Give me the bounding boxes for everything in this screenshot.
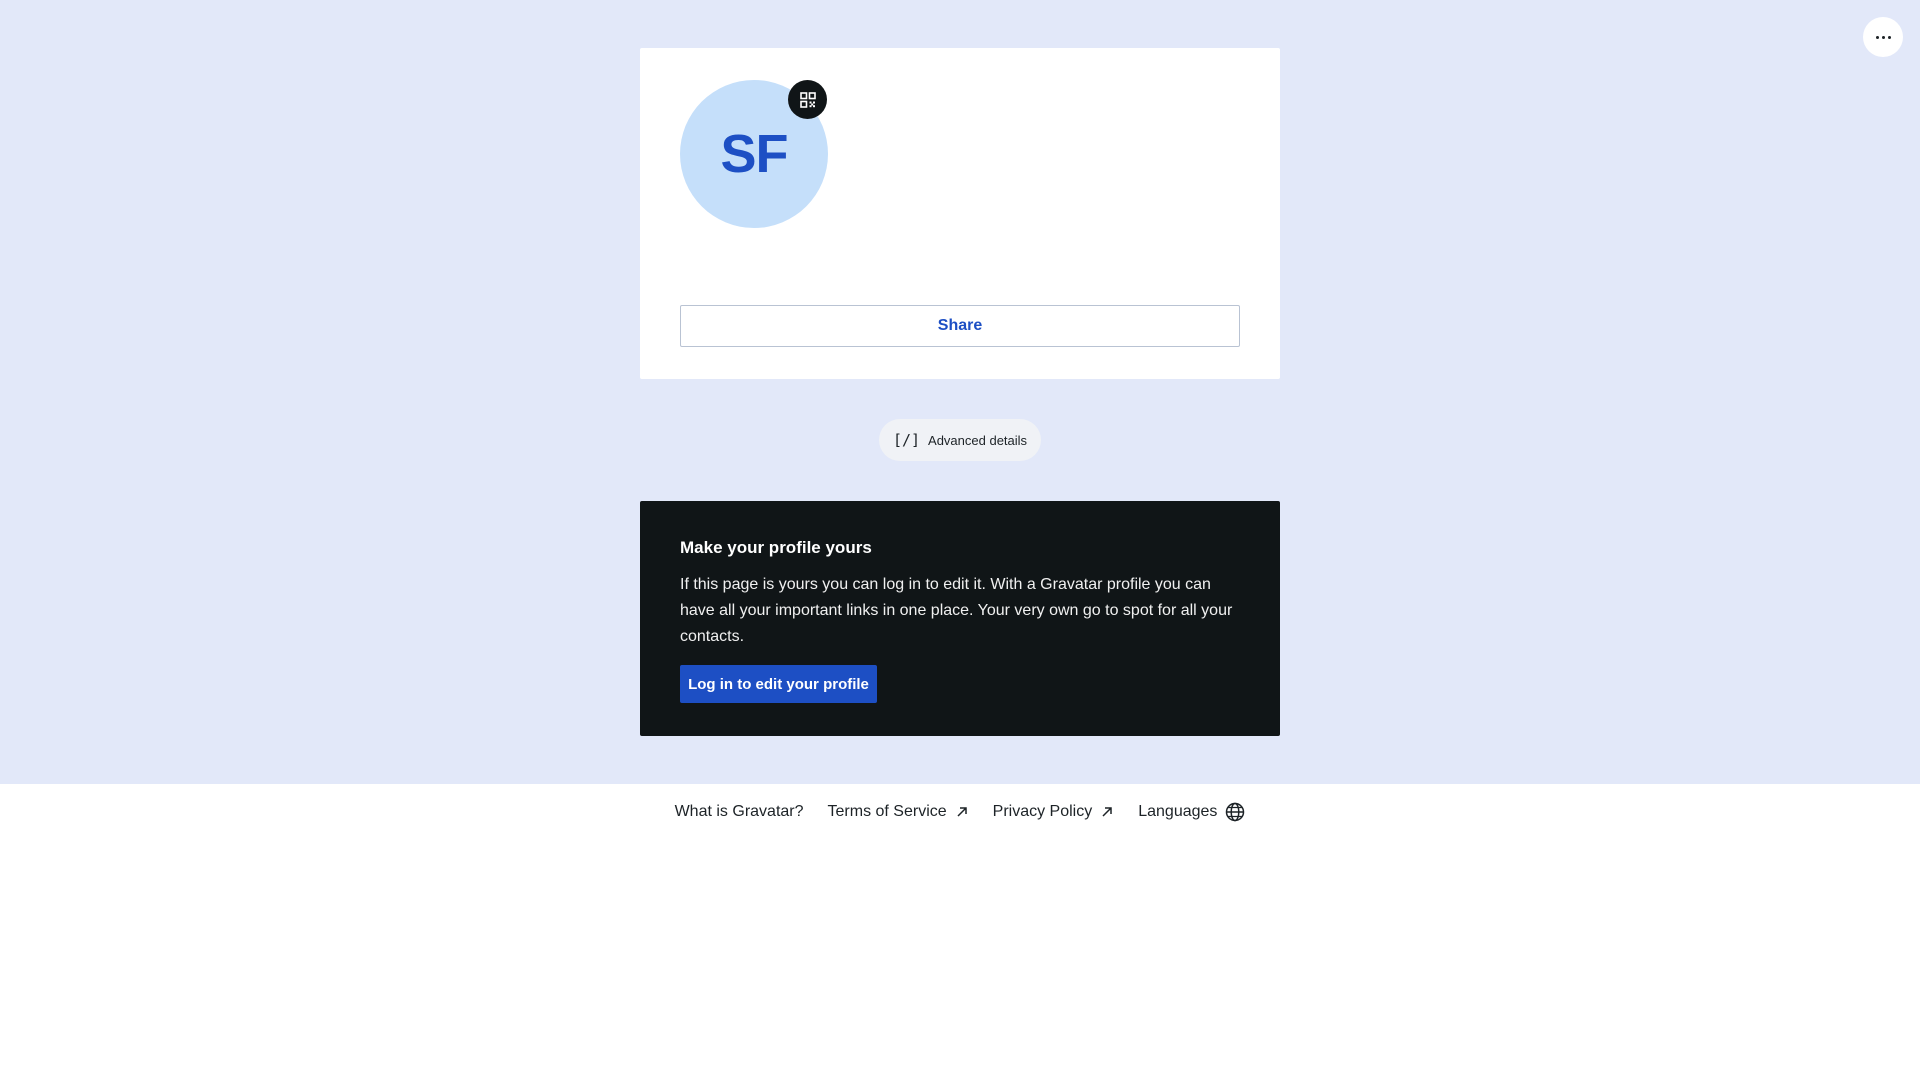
cta-text: If this page is yours you can log in to … <box>680 576 1233 645</box>
globe-icon <box>1226 802 1245 822</box>
footer: What is Gravatar? Terms of Service Priva… <box>0 784 1920 840</box>
external-arrow-icon <box>1102 807 1112 817</box>
footer-link-label: Terms of Service <box>827 803 947 820</box>
avatar-initials: SF <box>720 124 788 184</box>
footer-link-label: What is Gravatar? <box>674 803 804 820</box>
footer-link-privacy[interactable]: Privacy Policy <box>993 803 1115 821</box>
footer-link-what-is-gravatar[interactable]: What is Gravatar? <box>675 803 804 821</box>
qr-code-icon <box>799 91 816 108</box>
external-arrow-icon <box>957 807 967 817</box>
ellipsis-icon <box>1875 35 1891 39</box>
code-brackets-icon: [/] <box>892 431 921 449</box>
more-options-button[interactable] <box>1863 17 1903 57</box>
footer-link-label: Privacy Policy <box>992 803 1093 820</box>
share-button[interactable]: Share <box>680 305 1240 347</box>
advanced-details-button[interactable]: [/] Advanced details <box>879 419 1041 461</box>
profile-area: SF Share [/] Advanced details Make your … <box>0 0 1920 784</box>
profile-card: SF Share <box>640 48 1280 379</box>
login-prompt-card: Make your profile yours If this page is … <box>640 501 1280 736</box>
footer-link-terms[interactable]: Terms of Service <box>828 803 969 821</box>
footer-link-languages[interactable]: Languages <box>1138 802 1245 822</box>
footer-link-label: Languages <box>1138 803 1218 820</box>
cta-title: Make your profile yours <box>680 538 872 557</box>
advanced-details-label: Advanced details <box>928 432 1028 448</box>
qr-code-button[interactable] <box>788 80 827 119</box>
page: SF Share [/] Advanced details Make your … <box>0 0 1920 1080</box>
login-button[interactable]: Log in to edit your profile <box>680 665 877 703</box>
